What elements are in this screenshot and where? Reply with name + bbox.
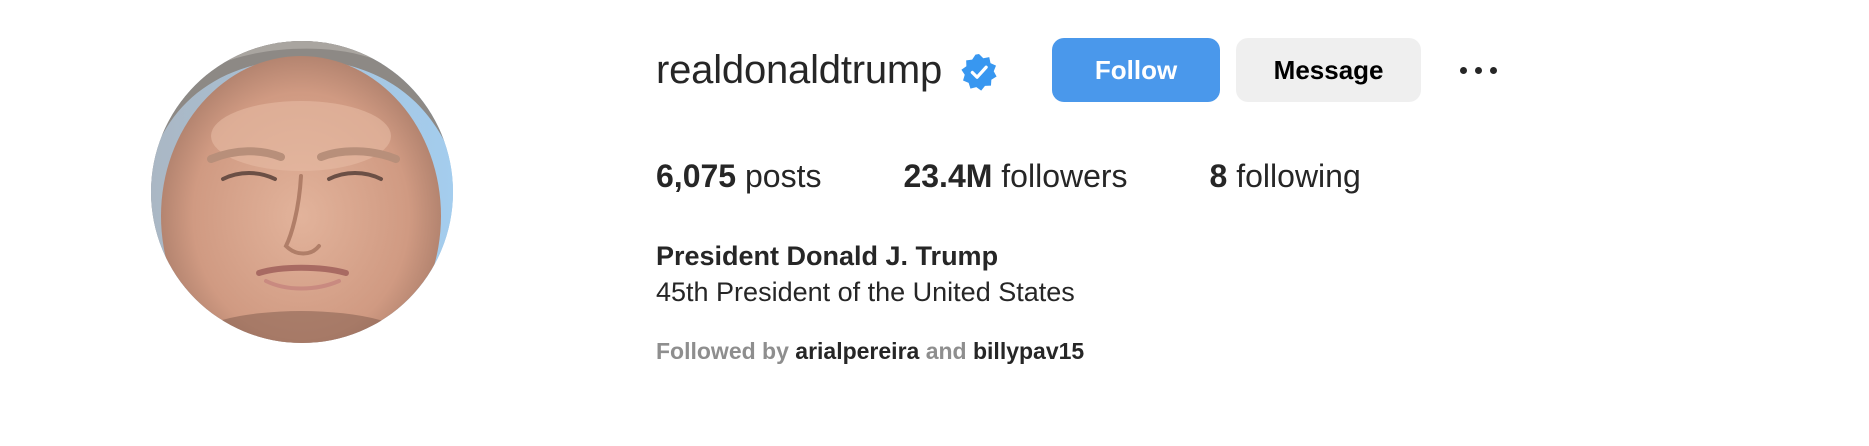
follow-button[interactable]: Follow — [1052, 38, 1221, 102]
followed-by-user-link[interactable]: billypav15 — [973, 338, 1084, 364]
followed-by-user-link[interactable]: arialpereira — [795, 338, 919, 364]
profile-stats: 6,075 posts 23.4M followers 8 following — [656, 158, 1361, 195]
verified-badge-icon — [960, 53, 998, 91]
profile-avatar[interactable] — [151, 41, 453, 343]
avatar-image — [151, 41, 453, 343]
posts-count: 6,075 — [656, 158, 737, 194]
followers-stat[interactable]: 23.4M followers — [903, 158, 1127, 195]
dot — [1474, 66, 1482, 74]
profile-bio: 45th President of the United States — [656, 277, 1075, 307]
profile-full-name: President Donald J. Trump — [656, 241, 999, 271]
posts-stat: 6,075 posts — [656, 158, 821, 195]
dot — [1459, 66, 1467, 74]
profile-header: realdonaldtrump Follow Message — [656, 38, 1501, 102]
following-stat[interactable]: 8 following — [1210, 158, 1361, 195]
followed-by-conjunction: and — [925, 338, 967, 364]
followed-by: Followed by arialpereira and billypav15 — [656, 338, 1084, 365]
posts-label: posts — [744, 158, 822, 194]
following-label: following — [1236, 158, 1361, 194]
followers-label: followers — [1001, 158, 1128, 194]
more-options-icon[interactable] — [1455, 47, 1501, 93]
followers-count: 23.4M — [903, 158, 993, 194]
following-count: 8 — [1209, 158, 1228, 194]
message-button[interactable]: Message — [1236, 38, 1422, 102]
followed-by-prefix: Followed by — [656, 338, 789, 364]
dot — [1489, 66, 1497, 74]
profile-username: realdonaldtrump — [656, 48, 943, 92]
